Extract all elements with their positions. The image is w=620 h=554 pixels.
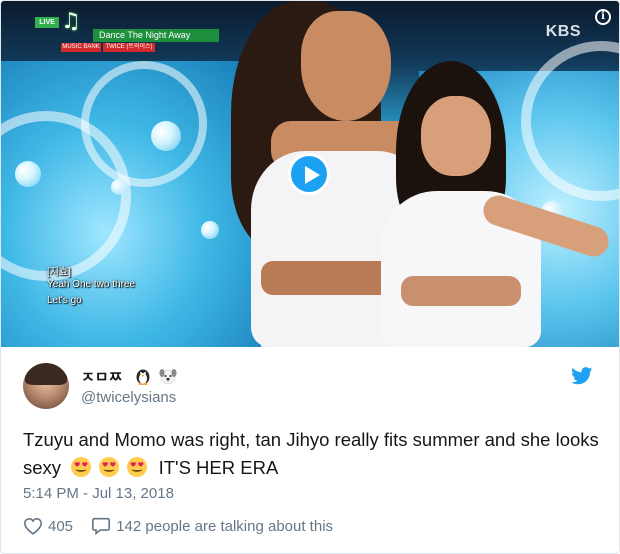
dancer-left-face [301,11,391,121]
author-name-text: ㅈㅁㅉ [81,368,123,386]
heart-eyes-emoji [99,457,120,477]
avatar-hair [25,363,67,385]
heart-eyes-emoji [127,457,148,477]
tweet-text-tail: IT'S HER ERA [158,457,279,478]
heart-icon [23,518,43,535]
avatar[interactable] [23,363,69,409]
author-name-emojis [134,367,179,389]
author-display-name[interactable]: ㅈㅁㅉ [81,366,179,389]
dancer-right-face [421,96,491,176]
dancer-right-waist [401,276,521,306]
play-button[interactable] [288,153,330,195]
stage-bubble [111,179,127,195]
show-name-tag: MUSIC BANK [61,43,101,52]
conversation-link[interactable]: 142 people are talking about this [91,517,334,536]
speech-bubble-icon [92,517,111,536]
tweet-video-media[interactable]: LIVE ♫ Dance The Night Away MUSIC BANK T… [1,1,619,347]
author-handle[interactable]: @twicelysians [81,389,176,406]
like-button[interactable]: 405 [23,517,73,535]
heart-eyes-emoji-group [70,456,149,486]
music-bank-logo: ♫ [61,9,81,34]
stage-bubble [201,221,219,239]
play-icon [305,166,320,184]
artist-name-tag: TWICE (트와이스) [103,43,155,52]
channel-watermark: KBS [545,23,581,40]
penguin-emoji [136,369,150,385]
video-caption-speaker: [지효] [47,267,71,278]
conversation-count: 142 people are talking about this [116,517,334,535]
stage-swirl [81,61,207,187]
tweet-actions: 405 142 people are talking about this [23,517,333,539]
embedded-tweet-card: LIVE ♫ Dance The Night Away MUSIC BANK T… [0,0,620,554]
song-title-bar: Dance The Night Away [93,29,219,42]
tweet-timestamp[interactable]: 5:14 PM - Jul 13, 2018 [23,485,174,502]
dog-emoji [159,369,177,385]
info-icon[interactable]: i [595,9,611,25]
twitter-bird-icon[interactable] [571,367,593,390]
tweet-body: Tzuyu and Momo was right, tan Jihyo real… [23,426,603,486]
tweet-author: ㅈㅁㅉ @twicelysians [23,363,599,411]
like-count: 405 [48,517,74,535]
dancer-left-waist [261,261,401,295]
stage-bubble [15,161,41,187]
live-badge: LIVE [35,17,59,28]
video-caption-line: Let's go [47,295,82,306]
stage-bubble [151,121,181,151]
video-caption-line: Yeah One two three [47,279,136,290]
heart-eyes-emoji [71,457,92,477]
